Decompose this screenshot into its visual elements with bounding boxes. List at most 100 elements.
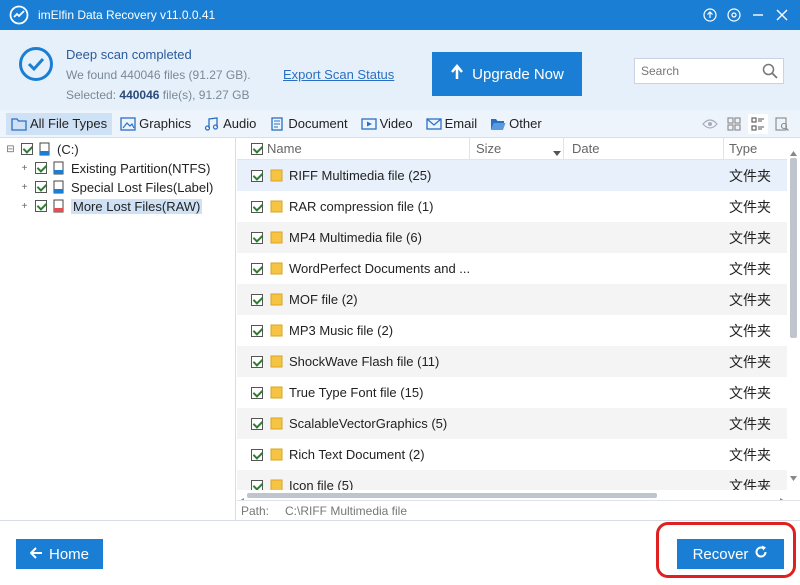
table-row[interactable]: Rich Text Document (2) 文件夹 (237, 439, 787, 470)
row-checkbox[interactable] (251, 355, 263, 368)
tab-document[interactable]: Document (264, 113, 352, 135)
sort-down-icon[interactable] (553, 145, 561, 160)
folder-icon (270, 293, 283, 306)
tab-graphics[interactable]: Graphics (115, 113, 196, 135)
drive-icon (39, 142, 50, 156)
scroll-down-icon[interactable] (790, 469, 797, 484)
table-row[interactable]: ShockWave Flash file (11) 文件夹 (237, 346, 787, 377)
row-checkbox[interactable] (251, 324, 263, 337)
file-name: MP4 Multimedia file (6) (289, 230, 422, 245)
select-all-checkbox[interactable] (251, 143, 263, 155)
window-title: imElfin Data Recovery v11.0.0.41 (38, 8, 216, 22)
column-divider[interactable] (469, 138, 470, 160)
table-row[interactable]: ScalableVectorGraphics (5) 文件夹 (237, 408, 787, 439)
tab-label: All File Types (30, 116, 108, 131)
minimize-icon[interactable] (748, 4, 768, 26)
search-icon[interactable] (762, 63, 778, 79)
folder-icon (270, 417, 283, 430)
upgrade-now-button[interactable]: Upgrade Now (432, 52, 582, 96)
table-row[interactable]: MOF file (2) 文件夹 (237, 284, 787, 315)
scan-status-header: Deep scan completed We found 440046 file… (0, 30, 800, 110)
folder-icon (270, 169, 283, 182)
tab-email[interactable]: Email (421, 113, 483, 135)
column-date[interactable]: Date (572, 141, 599, 156)
home-button[interactable]: Home (16, 539, 103, 569)
tab-all-file-types[interactable]: All File Types (6, 112, 113, 135)
recover-button[interactable]: Recover (677, 539, 784, 569)
vertical-scrollbar[interactable] (787, 138, 800, 500)
preview-icon[interactable] (772, 114, 792, 134)
column-divider[interactable] (563, 138, 564, 160)
image-icon (120, 116, 136, 131)
export-scan-status-link[interactable]: Export Scan Status (283, 67, 394, 82)
row-checkbox[interactable] (251, 231, 263, 244)
tab-other[interactable]: Other (485, 113, 547, 135)
scroll-up-icon[interactable] (790, 144, 797, 159)
scroll-left-icon[interactable] (239, 492, 244, 500)
file-name: MOF file (2) (289, 292, 358, 307)
row-checkbox[interactable] (251, 293, 263, 306)
column-size[interactable]: Size (476, 141, 501, 156)
settings-icon[interactable] (724, 4, 744, 26)
tree-checkbox[interactable] (35, 162, 47, 174)
row-checkbox[interactable] (251, 417, 263, 430)
tab-video[interactable]: Video (356, 113, 418, 135)
folder-tree: ⊟ (C:) + Existing Partition(NTFS) + Spec… (0, 138, 236, 520)
upgrade-now-label: Upgrade Now (472, 65, 564, 83)
row-checkbox[interactable] (251, 169, 263, 182)
row-checkbox[interactable] (251, 386, 263, 399)
scroll-right-icon[interactable] (780, 492, 785, 500)
file-type-filter-bar: All File Types Graphics Audio Document V… (0, 110, 800, 138)
path-value: C:\RIFF Multimedia file (285, 504, 408, 518)
eye-icon[interactable] (700, 114, 720, 134)
scrollbar-thumb[interactable] (790, 158, 797, 338)
tree-checkbox[interactable] (21, 143, 33, 155)
table-row[interactable]: RIFF Multimedia file (25) 文件夹 (237, 160, 787, 191)
file-type: 文件夹 (729, 292, 771, 309)
expand-icon[interactable]: + (20, 201, 29, 211)
search-input[interactable] (641, 64, 759, 78)
grid-view-icon[interactable] (724, 114, 744, 134)
app-logo-icon (8, 4, 30, 26)
column-divider[interactable] (723, 138, 724, 160)
collapse-icon[interactable]: ⊟ (6, 144, 15, 154)
drive-icon (53, 180, 64, 194)
tab-label: Video (379, 116, 413, 131)
drive-icon (53, 161, 64, 175)
tab-audio[interactable]: Audio (199, 113, 261, 135)
file-name: Rich Text Document (2) (289, 447, 425, 462)
expand-icon[interactable]: + (20, 163, 29, 173)
column-type[interactable]: Type (729, 141, 757, 156)
arrow-left-icon (29, 546, 43, 563)
close-icon[interactable] (772, 4, 792, 26)
column-name[interactable]: Name (267, 141, 302, 156)
music-icon (204, 116, 220, 131)
list-view-icon[interactable] (748, 114, 768, 134)
table-row[interactable]: RAR compression file (1) 文件夹 (237, 191, 787, 222)
table-row[interactable]: WordPerfect Documents and ... 文件夹 (237, 253, 787, 284)
tree-item-existing-partition[interactable]: + Existing Partition(NTFS) (20, 159, 211, 177)
table-row[interactable]: MP4 Multimedia file (6) 文件夹 (237, 222, 787, 253)
folder-icon (270, 386, 283, 399)
check-circle-icon (18, 46, 54, 82)
table-row[interactable]: MP3 Music file (2) 文件夹 (237, 315, 787, 346)
table-row[interactable]: True Type Font file (15) 文件夹 (237, 377, 787, 408)
upload-icon[interactable] (700, 4, 720, 26)
email-icon (425, 117, 442, 131)
horizontal-scrollbar[interactable] (237, 490, 787, 500)
scrollbar-thumb[interactable] (247, 493, 657, 498)
tree-checkbox[interactable] (35, 200, 47, 212)
search-box[interactable] (634, 58, 784, 84)
file-type: 文件夹 (729, 230, 771, 247)
tree-root[interactable]: ⊟ (C:) (6, 140, 78, 158)
file-name: ScalableVectorGraphics (5) (289, 416, 448, 431)
tree-checkbox[interactable] (35, 181, 47, 193)
tree-item-special-lost-files[interactable]: + Special Lost Files(Label) (20, 178, 214, 196)
expand-icon[interactable]: + (20, 182, 29, 192)
row-checkbox[interactable] (251, 262, 263, 275)
file-type: 文件夹 (729, 385, 771, 402)
tree-item-more-lost-files[interactable]: + More Lost Files(RAW) (20, 197, 203, 215)
row-checkbox[interactable] (251, 200, 263, 213)
file-name: ShockWave Flash file (11) (289, 354, 440, 369)
row-checkbox[interactable] (251, 448, 263, 461)
